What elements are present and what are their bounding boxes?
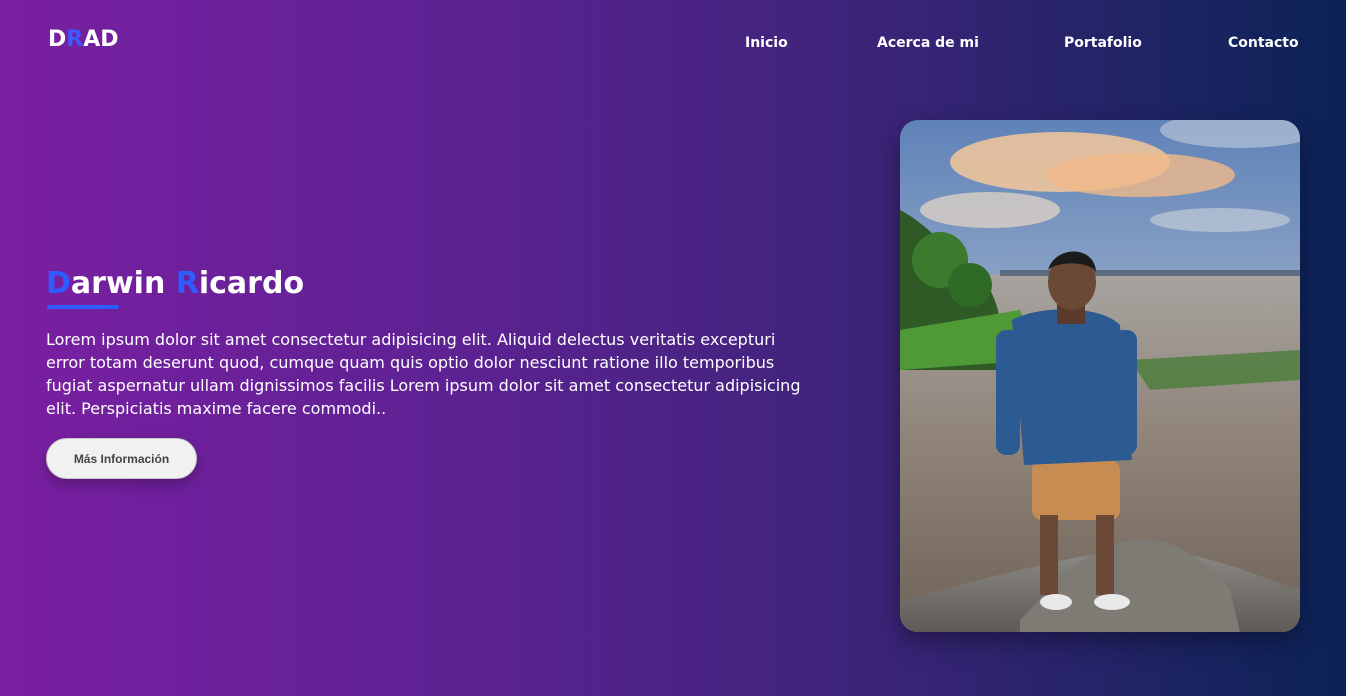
hero-title: Darwin Ricardo [46,266,304,301]
more-info-button[interactable]: Más Información [46,438,197,479]
hero-description: Lorem ipsum dolor sit amet consectetur a… [46,330,801,418]
title-last-rest: icardo [198,266,305,301]
title-first-rest: arwin [70,266,176,301]
portrait-photo [900,120,1300,632]
nav-item-contacto[interactable]: Contacto [1228,35,1299,51]
title-last-initial: R [175,266,199,301]
title-first-initial: D [46,266,71,301]
title-underline [47,305,119,309]
main-nav: Inicio Acerca de mi Portafolio Contacto [0,35,1346,55]
nav-item-inicio[interactable]: Inicio [745,35,788,51]
nav-item-acerca[interactable]: Acerca de mi [877,35,979,51]
nav-item-portafolio[interactable]: Portafolio [1064,35,1142,51]
portrait-image [900,120,1300,632]
